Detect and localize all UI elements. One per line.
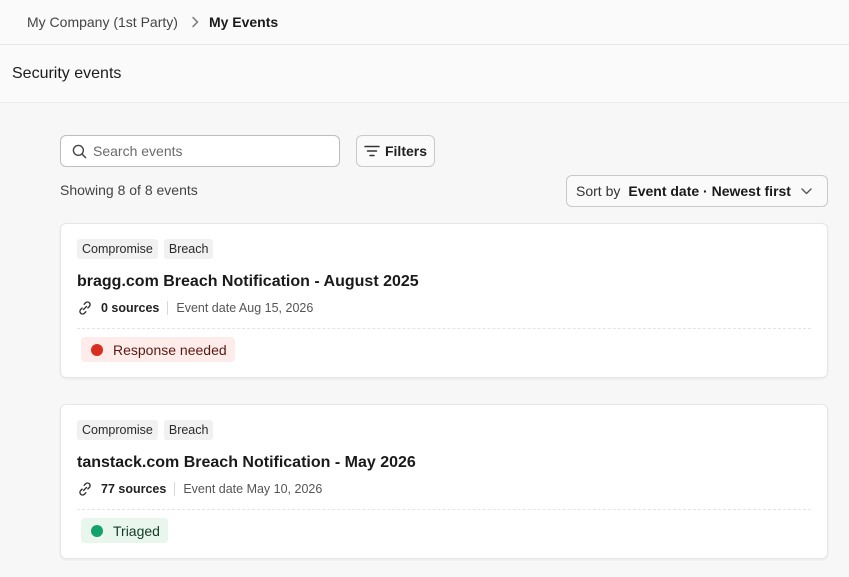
results-count: Showing 8 of 8 events: [60, 182, 198, 198]
event-tag: Breach: [163, 420, 214, 440]
event-sources[interactable]: 0 sources: [101, 301, 159, 315]
card-divider: [77, 509, 811, 510]
event-date: Event date Aug 15, 2026: [176, 301, 314, 315]
event-tags: Compromise Breach: [77, 420, 214, 440]
status-badge: Triaged: [81, 518, 168, 543]
sort-value: Event date · Newest first: [628, 183, 791, 199]
meta-divider: [167, 301, 169, 315]
status-label: Response needed: [113, 341, 227, 358]
page-header: Security events: [0, 45, 849, 103]
chevron-down-icon: [791, 187, 812, 195]
status-dot-icon: [91, 524, 103, 537]
status-dot-icon: [91, 343, 103, 356]
event-tag: Compromise: [77, 420, 158, 440]
event-title[interactable]: bragg.com Breach Notification - August 2…: [77, 273, 419, 291]
breadcrumb: My Company (1st Party) My Events: [0, 0, 849, 45]
search-icon: [72, 144, 87, 159]
filters-label: Filters: [384, 143, 427, 159]
event-tags: Compromise Breach: [77, 239, 214, 259]
event-card[interactable]: Compromise Breach tanstack.com Breach No…: [60, 404, 828, 559]
sort-label: Sort by: [576, 183, 621, 199]
card-divider: [77, 328, 811, 329]
event-tag: Compromise: [77, 239, 158, 259]
event-meta: 0 sources Event date Aug 15, 2026: [77, 300, 313, 316]
search-input[interactable]: [93, 143, 323, 159]
page-title: Security events: [12, 64, 122, 82]
link-icon: [77, 481, 93, 497]
breadcrumb-current: My Events: [208, 14, 279, 30]
filters-button[interactable]: Filters: [356, 135, 435, 167]
chevron-right-icon: [191, 16, 199, 28]
sort-dropdown[interactable]: Sort by Event date · Newest first: [566, 175, 828, 207]
breadcrumb-parent-link[interactable]: My Company (1st Party): [27, 14, 178, 30]
event-date: Event date May 10, 2026: [183, 482, 323, 496]
link-icon: [77, 300, 93, 316]
event-meta: 77 sources Event date May 10, 2026: [77, 481, 322, 497]
meta-divider: [174, 482, 176, 496]
event-title[interactable]: tanstack.com Breach Notification - May 2…: [77, 454, 416, 472]
event-card[interactable]: Compromise Breach bragg.com Breach Notif…: [60, 223, 828, 378]
status-badge: Response needed: [81, 337, 235, 362]
filter-icon: [364, 144, 385, 158]
event-sources[interactable]: 77 sources: [101, 482, 166, 496]
event-tag: Breach: [163, 239, 214, 259]
status-label: Triaged: [113, 522, 160, 539]
search-box[interactable]: [60, 135, 340, 167]
